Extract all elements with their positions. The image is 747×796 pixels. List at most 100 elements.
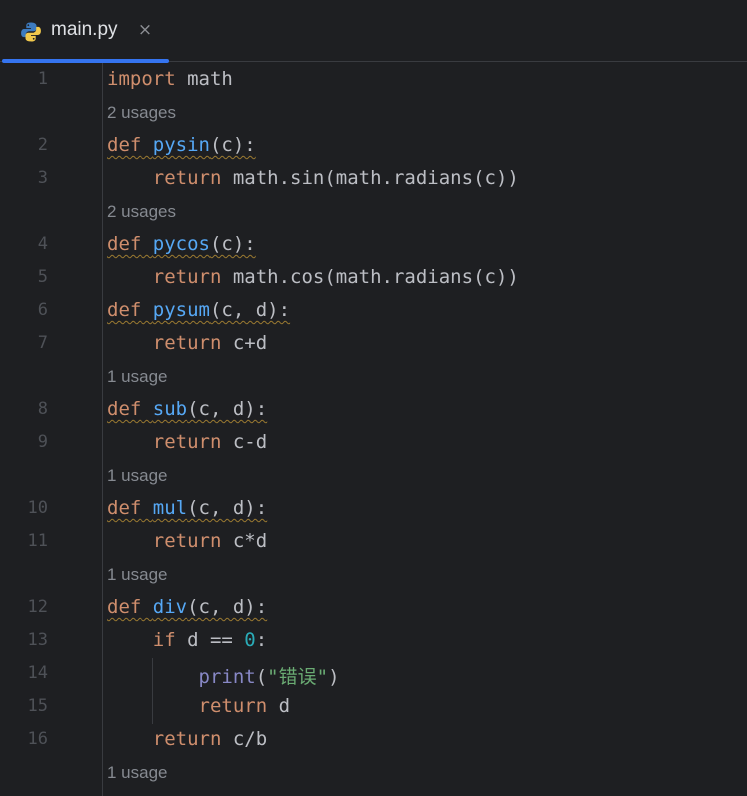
- code-text[interactable]: def sub(c, d):: [107, 398, 267, 420]
- code-text[interactable]: def div(c, d):: [107, 596, 267, 618]
- usages-hint[interactable]: 1 usage: [107, 763, 168, 783]
- code-line: 1 import math: [0, 64, 747, 97]
- code-text[interactable]: return d: [107, 695, 291, 717]
- code-line: 9 return c-d: [0, 427, 747, 460]
- code-token: "错误": [267, 666, 329, 688]
- code-text[interactable]: return c*d: [107, 530, 267, 552]
- line-number[interactable]: 9: [0, 432, 48, 452]
- code-token: (c, d):: [209, 299, 291, 321]
- line-number[interactable]: 6: [0, 300, 48, 320]
- line-number[interactable]: 12: [0, 597, 48, 617]
- line-number[interactable]: 13: [0, 630, 48, 650]
- line-number[interactable]: 7: [0, 333, 48, 353]
- tab-label: main.py: [51, 19, 118, 40]
- warning-underline: def pysin(c):: [107, 134, 256, 156]
- code-token: def: [107, 233, 142, 255]
- usages-hint-row: 1 usage: [0, 361, 747, 394]
- code-token: math: [175, 68, 233, 90]
- code-line: 3 return math.sin(math.radians(c)): [0, 163, 747, 196]
- warning-underline: def sub(c, d):: [107, 398, 267, 420]
- code-line: 7 return c+d: [0, 328, 747, 361]
- line-number[interactable]: 10: [0, 498, 48, 518]
- code-text[interactable]: def pysin(c):: [107, 134, 256, 156]
- warning-underline: def mul(c, d):: [107, 497, 267, 519]
- code-token: :: [255, 629, 268, 651]
- code-text[interactable]: def pysum(c, d):: [107, 299, 290, 321]
- code-token: def: [107, 134, 142, 156]
- code-token: mul: [152, 497, 188, 519]
- code-token: return: [152, 167, 222, 189]
- code-token: def: [107, 497, 142, 519]
- code-token: import: [107, 68, 176, 90]
- line-number[interactable]: 11: [0, 531, 48, 551]
- code-line: 10 def mul(c, d):: [0, 493, 747, 526]
- code-token: c+d: [221, 332, 268, 354]
- code-token: pycos: [152, 233, 210, 255]
- code-token: if: [152, 629, 176, 651]
- code-token: return: [152, 530, 222, 552]
- code-text[interactable]: return math.cos(math.radians(c)): [107, 266, 519, 288]
- line-number[interactable]: 3: [0, 168, 48, 188]
- code-token: c/b: [221, 728, 268, 750]
- python-icon: [21, 22, 41, 42]
- code-line: 11 return c*d: [0, 526, 747, 559]
- usages-hint[interactable]: 1 usage: [107, 367, 168, 387]
- code-text[interactable]: return c/b: [107, 728, 267, 750]
- code-line: 5 return math.cos(math.radians(c)): [0, 262, 747, 295]
- usages-hint[interactable]: 1 usage: [107, 466, 168, 486]
- warning-underline: def pycos(c):: [107, 233, 256, 255]
- code-token: (c):: [209, 134, 256, 156]
- code-text[interactable]: return math.sin(math.radians(c)): [107, 167, 519, 189]
- code-token: (c, d):: [187, 596, 268, 618]
- code-token: print: [198, 666, 256, 688]
- code-line: 2 def pysin(c):: [0, 130, 747, 163]
- code-text[interactable]: def mul(c, d):: [107, 497, 267, 519]
- code-line: 6 def pysum(c, d):: [0, 295, 747, 328]
- usages-hint[interactable]: 2 usages: [107, 202, 176, 222]
- code-token: return: [152, 431, 222, 453]
- warning-underline: def div(c, d):: [107, 596, 267, 618]
- usages-hint[interactable]: 1 usage: [107, 565, 168, 585]
- code-token: return: [152, 266, 222, 288]
- line-number[interactable]: 4: [0, 234, 48, 254]
- code-token: def: [107, 596, 142, 618]
- line-number[interactable]: 16: [0, 729, 48, 749]
- code-line: 15 return d: [0, 691, 747, 724]
- tab-main-py[interactable]: main.py ×: [0, 0, 170, 63]
- usages-hint[interactable]: 2 usages: [107, 103, 176, 123]
- line-number[interactable]: 8: [0, 399, 48, 419]
- code-editor[interactable]: 1 import math 2 usages 2 def pysin(c): 3 retu…: [0, 63, 747, 796]
- line-number[interactable]: 15: [0, 696, 48, 716]
- code-token: return: [152, 728, 222, 750]
- code-text[interactable]: def pycos(c):: [107, 233, 256, 255]
- code-text[interactable]: if d == 0:: [107, 629, 267, 651]
- code-token: d ==: [175, 629, 245, 651]
- indent-guide: [152, 658, 153, 724]
- code-token: math.sin(math.radians(c)): [221, 167, 519, 189]
- close-icon[interactable]: ×: [136, 18, 154, 42]
- code-line: 12 def div(c, d):: [0, 592, 747, 625]
- code-token: div: [152, 596, 188, 618]
- code-text[interactable]: import math: [107, 68, 233, 90]
- code-token: sub: [152, 398, 188, 420]
- code-text[interactable]: return c+d: [107, 332, 267, 354]
- code-line: 14 print("错误"): [0, 658, 747, 691]
- code-text[interactable]: print("错误"): [107, 662, 340, 689]
- line-number[interactable]: 5: [0, 267, 48, 287]
- usages-hint-row: 1 usage: [0, 757, 747, 790]
- code-token: def: [107, 299, 142, 321]
- line-number[interactable]: 2: [0, 135, 48, 155]
- line-number[interactable]: 14: [0, 663, 48, 683]
- line-number[interactable]: 1: [0, 69, 48, 89]
- code-text[interactable]: return c-d: [107, 431, 267, 453]
